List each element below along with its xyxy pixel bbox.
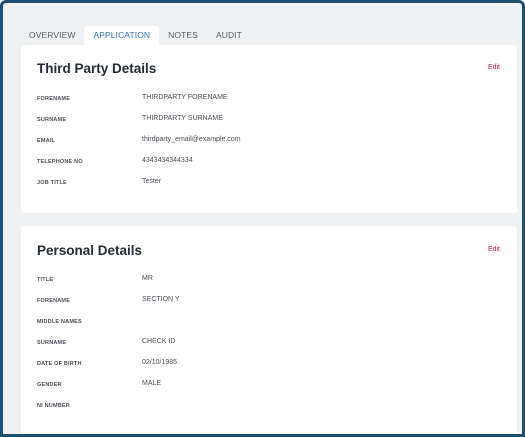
- field-label: FORENAME: [37, 298, 71, 304]
- field-label: GENDER: [37, 382, 62, 388]
- field-row-middle-names: MIDDLE NAMES: [37, 317, 477, 329]
- third-party-edit-link[interactable]: Edit: [488, 64, 500, 71]
- field-row-title: TITLE MR: [37, 275, 477, 287]
- field-value: THIRDPARTY SURNAME: [142, 115, 223, 122]
- field-row-ni-number: NI NUMBER: [37, 401, 477, 413]
- tab-application[interactable]: APPLICATION: [84, 26, 160, 45]
- field-label: SURNAME: [37, 340, 67, 346]
- field-value: THIRDPARTY FORENAME: [142, 94, 228, 101]
- field-label: EMAIL: [37, 138, 56, 144]
- field-value: SECTION Y: [142, 296, 180, 303]
- field-row-telephone: TELEPHONE NO 4343434344334: [37, 157, 477, 169]
- field-row-forename: FORENAME SECTION Y: [37, 296, 477, 308]
- third-party-details-title: Third Party Details: [37, 61, 157, 76]
- personal-details-card: Personal Details Edit TITLE MR FORENAME …: [21, 226, 517, 434]
- field-value: CHECK ID: [142, 338, 176, 345]
- field-row-job-title: JOB TITLE Tester: [37, 178, 477, 190]
- field-label: TELEPHONE NO: [37, 159, 83, 165]
- field-label: NI NUMBER: [37, 403, 70, 409]
- field-label: DATE OF BIRTH: [37, 361, 82, 367]
- personal-edit-link[interactable]: Edit: [488, 246, 500, 253]
- field-value: Tester: [142, 178, 162, 185]
- field-label: JOB TITLE: [37, 180, 67, 186]
- field-label: MIDDLE NAMES: [37, 319, 82, 325]
- field-row-gender: GENDER MALE: [37, 380, 477, 392]
- tab-audit[interactable]: AUDIT: [207, 30, 251, 45]
- field-value: 4343434344334: [142, 157, 193, 164]
- field-label: FORENAME: [37, 96, 71, 102]
- field-row-surname: SURNAME THIRDPARTY SURNAME: [37, 115, 477, 127]
- field-value: 02/10/1985: [142, 359, 178, 366]
- tab-notes[interactable]: NOTES: [159, 30, 207, 45]
- field-value: MALE: [142, 380, 162, 387]
- application-panel: OVERVIEW APPLICATION NOTES AUDIT Third P…: [0, 0, 525, 437]
- third-party-details-card: Third Party Details Edit FORENAME THIRDP…: [21, 45, 517, 213]
- field-row-surname: SURNAME CHECK ID: [37, 338, 477, 350]
- field-value: MR: [142, 275, 153, 282]
- field-label: SURNAME: [37, 117, 67, 123]
- field-row-date-of-birth: DATE OF BIRTH 02/10/1985: [37, 359, 477, 371]
- field-value: thirdparty_email@example.com: [142, 136, 241, 143]
- field-row-email: EMAIL thirdparty_email@example.com: [37, 136, 477, 148]
- personal-details-title: Personal Details: [37, 243, 143, 258]
- field-row-forename: FORENAME THIRDPARTY FORENAME: [37, 94, 477, 106]
- tab-overview[interactable]: OVERVIEW: [21, 30, 84, 45]
- tab-bar: OVERVIEW APPLICATION NOTES AUDIT: [21, 25, 251, 45]
- field-label: TITLE: [37, 277, 54, 283]
